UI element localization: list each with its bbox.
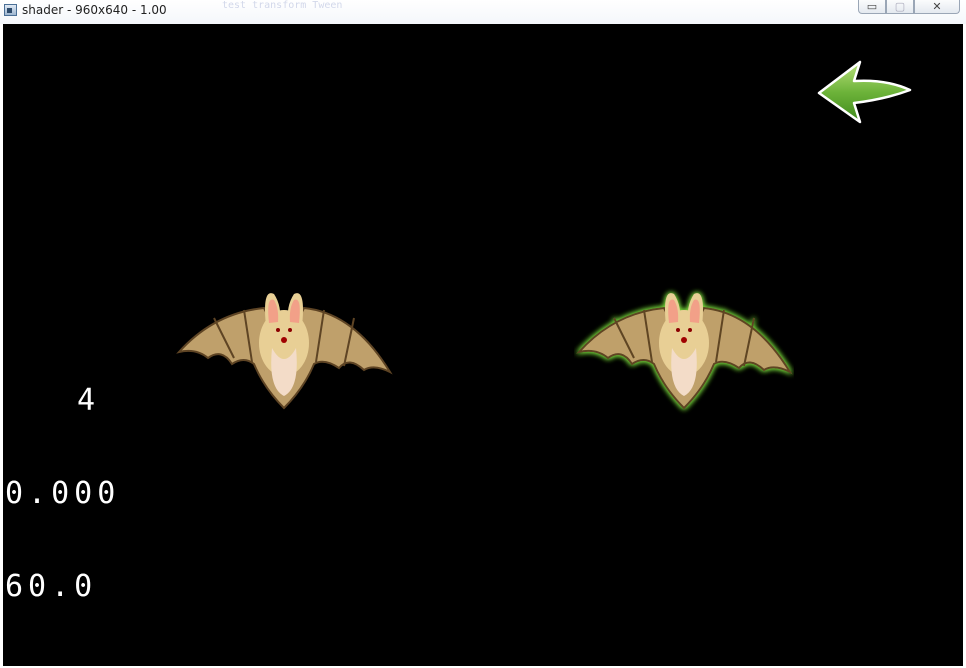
frame-time: 0.000 [5, 476, 121, 511]
bat-sprite-glow [576, 293, 793, 410]
bat-body [176, 293, 393, 410]
background-window-text: test transform Tween [222, 0, 343, 11]
bat-sprite [176, 293, 393, 410]
app-icon[interactable] [4, 4, 17, 16]
game-canvas[interactable]: 4 0.000 60.0 [3, 24, 963, 666]
app-window: shader - 960x640 - 1.00 test transform T… [0, 0, 966, 668]
draw-call-count: 4 [77, 383, 101, 418]
debug-stats: 4 0.000 60.0 [5, 323, 143, 664]
minimize-button[interactable]: ▭ [858, 0, 886, 14]
window-controls: ▭ ▢ ✕ [858, 0, 960, 14]
fps-counter: 60.0 [5, 569, 98, 604]
maximize-button[interactable]: ▢ [886, 0, 914, 14]
back-arrow-icon[interactable] [816, 59, 912, 125]
window-title: shader - 960x640 - 1.00 [22, 3, 167, 17]
title-bar[interactable]: shader - 960x640 - 1.00 test transform T… [0, 0, 966, 24]
bat-body-glow [576, 293, 793, 410]
close-button[interactable]: ✕ [914, 0, 960, 14]
